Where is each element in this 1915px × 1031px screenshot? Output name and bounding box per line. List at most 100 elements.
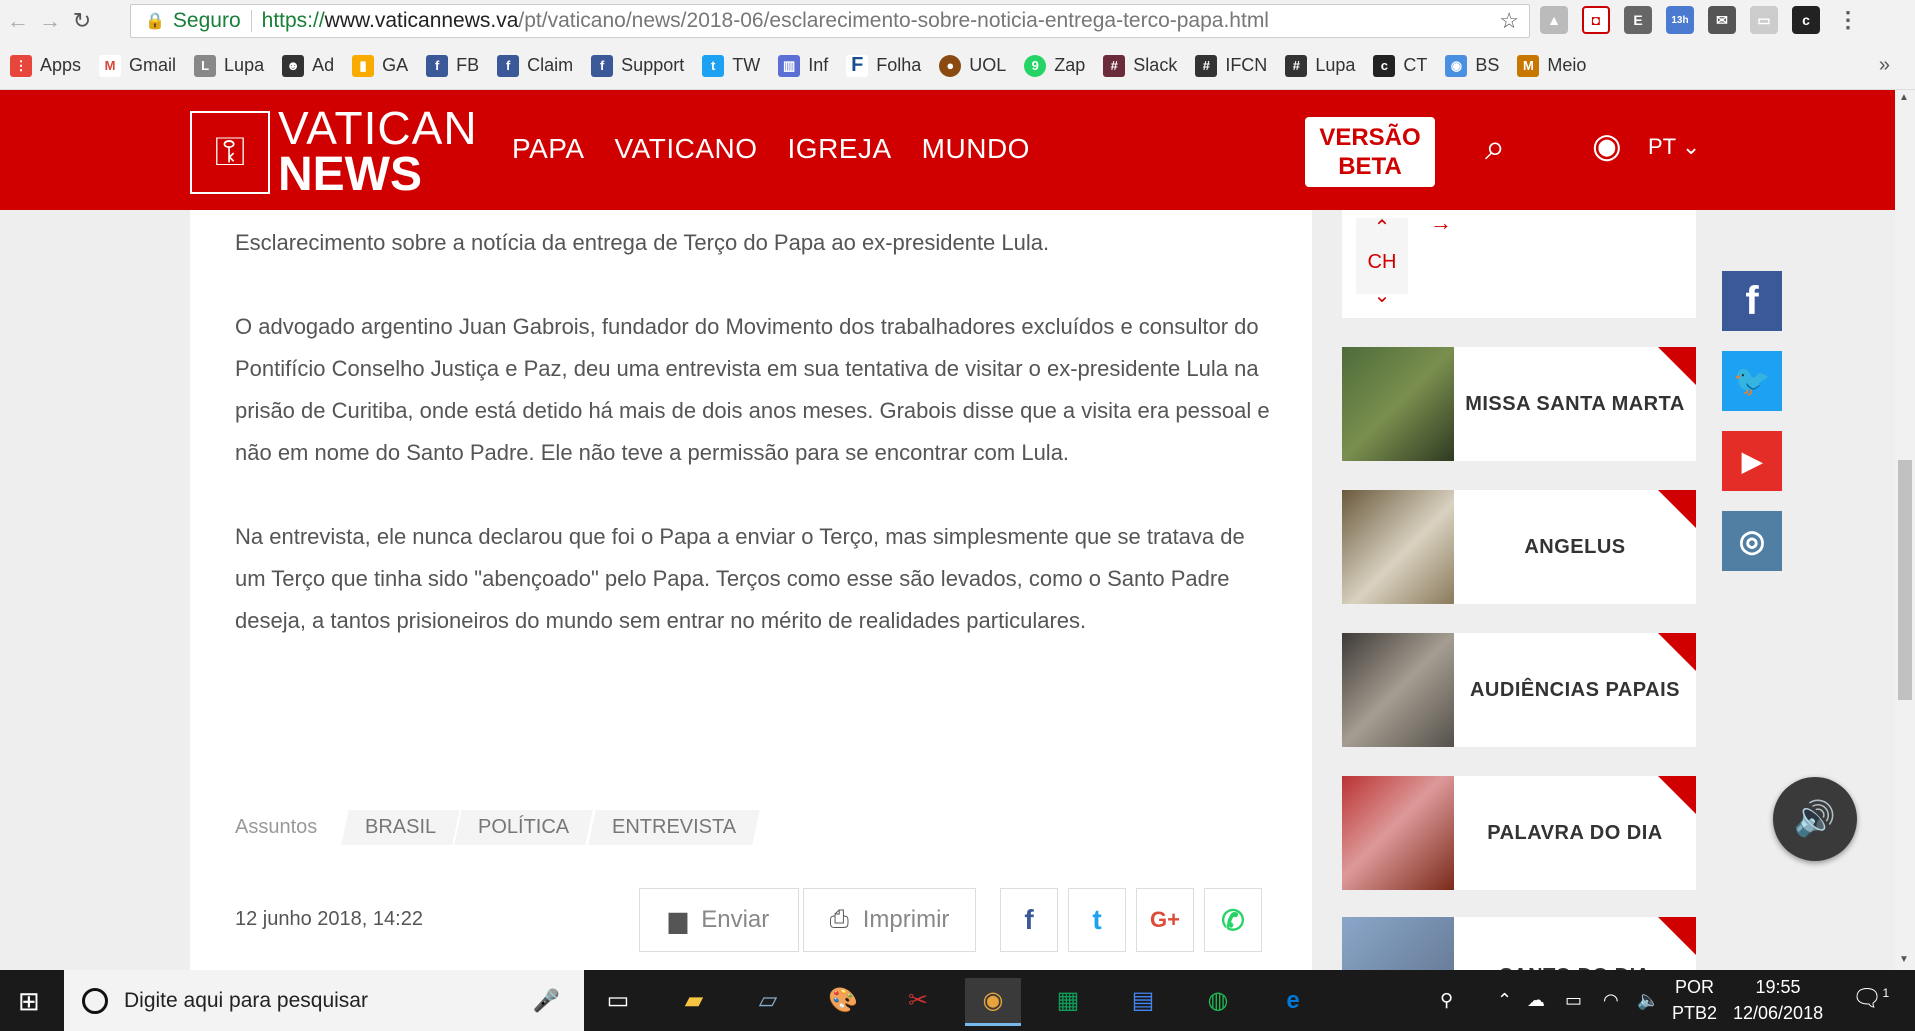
bookmark-zap[interactable]: 9 Zap [1024, 54, 1085, 77]
action-center-icon[interactable]: 🗨1 [1852, 984, 1889, 1013]
tray-people-icon[interactable]: ⚲ [1440, 970, 1453, 1031]
bookmark-slack[interactable]: # Slack [1103, 54, 1177, 77]
speaker-icon: 🔊 [1793, 800, 1837, 838]
chevron-down-icon[interactable]: ⌄ [1356, 286, 1408, 306]
forward-button[interactable]: → [36, 7, 64, 35]
back-button[interactable]: ← [4, 7, 32, 35]
nav-papa[interactable]: PAPA [512, 133, 585, 165]
scroll-up-arrow[interactable]: ▲ [1899, 92, 1909, 103]
arrow-right-icon[interactable]: → [1430, 210, 1452, 236]
page-scrollbar[interactable]: ▲ ▼ [1895, 90, 1915, 970]
sidebar-card-santo[interactable]: SANTO DO DIA [1342, 917, 1696, 970]
bookmark-ga[interactable]: ▮ GA [352, 54, 408, 77]
instagram-follow-button[interactable]: ◎ [1722, 511, 1782, 571]
reload-button[interactable]: ↻ [68, 7, 96, 35]
share-google-plus-button[interactable]: G+ [1136, 888, 1194, 952]
bookmark-bs[interactable]: ◉ BS [1445, 54, 1499, 77]
bookmark-ct[interactable]: c CT [1373, 54, 1427, 77]
tag-entrevista[interactable]: ENTREVISTA [587, 810, 760, 845]
bookmark-tw[interactable]: t TW [702, 54, 760, 77]
bookmark-uol[interactable]: ● UOL [939, 54, 1006, 77]
bookmark-folha[interactable]: F Folha [846, 54, 921, 77]
sidebar-card-audiencias[interactable]: AUDIÊNCIAS PAPAIS [1342, 633, 1696, 747]
gmail-icon: M [99, 54, 122, 77]
facebook-icon: f [1024, 904, 1034, 935]
calendar-icon[interactable]: 13h [1666, 6, 1694, 34]
pocket-icon[interactable]: ◘ [1582, 6, 1610, 34]
windows-start-icon[interactable]: ⊞ [18, 986, 40, 1017]
site-header: ⚿ VATICAN NEWS PAPA VATICANO IGREJA MUND… [0, 90, 1895, 210]
address-bar[interactable]: 🔒 Seguro https://www.vaticannews.va/pt/v… [130, 4, 1530, 38]
bookmark-support[interactable]: f Support [591, 54, 684, 77]
chrome-icon[interactable]: ◉ [965, 978, 1021, 1026]
nav-igreja[interactable]: IGREJA [788, 133, 892, 165]
battery-icon[interactable]: ▭ [1565, 970, 1582, 1031]
tag-politica[interactable]: POLÍTICA [454, 810, 594, 845]
nav-mundo[interactable]: MUNDO [922, 133, 1030, 165]
taskbar-search[interactable]: Digite aqui para pesquisar 🎤 [64, 970, 584, 1031]
share-twitter-button[interactable]: t [1068, 888, 1126, 952]
article-paragraph: Esclarecimento sobre a notícia da entreg… [235, 230, 1050, 255]
bookmark-ad[interactable]: ☻ Ad [282, 54, 334, 77]
language-selector[interactable]: PT ⌄ [1648, 134, 1700, 160]
onedrive-icon[interactable]: ☁ [1527, 970, 1545, 1031]
notes-app-icon[interactable]: ▱ [740, 978, 796, 1026]
beta-version-button[interactable]: VERSÃO BETA [1305, 117, 1435, 187]
scroll-down-arrow[interactable]: ▼ [1899, 954, 1909, 965]
volume-icon[interactable]: 🔈 [1637, 970, 1659, 1031]
bookmark-claim[interactable]: f Claim [497, 54, 573, 77]
bookmark-gmail[interactable]: M Gmail [99, 54, 176, 77]
sidebar-card-angelus[interactable]: ANGELUS [1342, 490, 1696, 604]
bookmark-lupa-2[interactable]: # Lupa [1285, 54, 1355, 77]
youtube-follow-button[interactable]: ▶ [1722, 431, 1782, 491]
input-language[interactable]: POR PTB2 [1672, 974, 1717, 1026]
ct-extension-icon[interactable]: c [1792, 6, 1820, 34]
sidebar-card-palavra[interactable]: PALAVRA DO DIA [1342, 776, 1696, 890]
calendar-badge: 13h [1671, 14, 1689, 26]
menu-icon[interactable]: ⋮ [1834, 6, 1862, 34]
task-view-icon[interactable]: ▭ [590, 978, 646, 1026]
search-icon[interactable]: ⌕ [1485, 126, 1505, 169]
print-button[interactable]: ⎙ Imprimir [803, 888, 976, 952]
bookmark-star-icon[interactable]: ☆ [1499, 8, 1519, 34]
globe-icon[interactable]: ◉ [1592, 126, 1622, 166]
more-bookmarks-button[interactable]: » [1879, 54, 1890, 77]
spotify-icon[interactable]: ◍ [1190, 978, 1246, 1026]
facebook-follow-button[interactable]: f [1722, 271, 1782, 331]
snipping-tool-icon[interactable]: ✂ [890, 978, 946, 1026]
channel-selector: ⌃ CH ⌄ → [1342, 210, 1696, 318]
bookmark-ifcn[interactable]: # IFCN [1195, 54, 1267, 77]
file-explorer-icon[interactable]: ▰ [666, 978, 722, 1026]
tray-chevron-up-icon[interactable]: ⌃ [1497, 970, 1512, 1031]
share-whatsapp-button[interactable]: ✆ [1204, 888, 1262, 952]
bookmark-lupa[interactable]: L Lupa [194, 54, 264, 77]
url-host: www.vaticannews.va [324, 9, 519, 32]
scroll-thumb[interactable] [1898, 460, 1912, 700]
paint-icon[interactable]: 🎨 [815, 978, 871, 1026]
sidebar-card-missa[interactable]: MISSA SANTA MARTA [1342, 347, 1696, 461]
edge-icon[interactable]: e [1265, 978, 1321, 1026]
wifi-icon[interactable]: ◠ [1603, 970, 1619, 1031]
share-facebook-button[interactable]: f [1000, 888, 1058, 952]
tag-brasil[interactable]: BRASIL [341, 810, 461, 845]
bookmark-meio[interactable]: M Meio [1517, 54, 1586, 77]
missa-thumbnail [1342, 347, 1454, 461]
audio-play-button[interactable]: 🔊 [1773, 777, 1857, 861]
mail-icon[interactable]: ✉ [1708, 6, 1736, 34]
system-clock[interactable]: 19:55 12/06/2018 [1733, 974, 1823, 1026]
google-docs-icon[interactable]: ▤ [1115, 978, 1171, 1026]
evernote-icon[interactable]: E [1624, 6, 1652, 34]
chevron-up-icon[interactable]: ⌃ [1356, 218, 1408, 238]
drive-icon[interactable]: ▲ [1540, 6, 1568, 34]
send-button[interactable]: ▆ Enviar [639, 888, 799, 952]
bookmark-inf[interactable]: ▥ Inf [778, 54, 828, 77]
camera-icon[interactable]: ▭ [1750, 6, 1778, 34]
nav-vaticano[interactable]: VATICANO [615, 133, 758, 165]
twitter-follow-button[interactable]: 🐦 [1722, 351, 1782, 411]
microphone-icon[interactable]: 🎤 [533, 988, 560, 1014]
bookmark-apps[interactable]: ⋮ Apps [10, 54, 81, 77]
vatican-news-logo[interactable]: ⚿ VATICAN NEWS [190, 105, 478, 199]
bookmark-fb[interactable]: f FB [426, 54, 479, 77]
channel-toggle[interactable]: ⌃ CH ⌄ [1356, 218, 1408, 306]
google-sheets-icon[interactable]: ▦ [1040, 978, 1096, 1026]
